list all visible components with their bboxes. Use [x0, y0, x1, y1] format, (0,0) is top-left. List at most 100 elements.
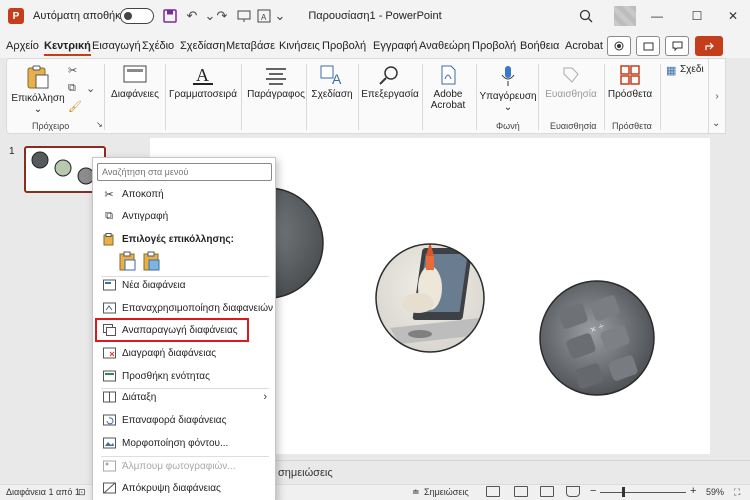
title-bar: P Αυτόματη αποθήκευση ↶ ⌄ ↷ A ⌄ Παρουσία… — [0, 0, 750, 32]
comments-button[interactable] — [665, 36, 689, 56]
tab-review[interactable]: Αναθεώρη — [419, 40, 470, 52]
editing-label: Επεξεργασία — [361, 89, 419, 100]
paste-use-destination-theme-button[interactable] — [119, 250, 141, 272]
zoom-in-button[interactable]: + — [690, 485, 696, 497]
slideshow-view-icon[interactable] — [566, 486, 580, 497]
menu-item-label: Μορφοποίηση φόντου... — [122, 437, 229, 449]
fit-to-window-icon[interactable]: ⛶ — [734, 487, 740, 498]
reading-view-icon[interactable] — [540, 486, 554, 497]
menu-item-label: Επιλογές επικόλλησης: — [122, 233, 234, 245]
save-icon[interactable] — [160, 0, 180, 32]
search-icon[interactable] — [574, 0, 598, 32]
add-section-icon — [102, 369, 116, 383]
menu-item-label: Διάταξη — [122, 391, 157, 403]
menu-item-label: Απόκρυψη διαφάνειας — [122, 482, 221, 494]
acrobat-icon — [441, 65, 456, 85]
notes-prompt[interactable]: σημειώσεις — [278, 467, 333, 479]
drawing-label: Σχεδίαση — [311, 89, 353, 100]
designer-label[interactable]: Σχεδι — [680, 64, 704, 75]
spellcheck-icon[interactable]: ⊡ — [78, 487, 86, 498]
record-button[interactable] — [607, 36, 631, 56]
copy-dropdown-icon[interactable]: ⌄ — [86, 82, 95, 95]
paste-dropdown-icon: ⌄ — [33, 104, 43, 115]
addins-button[interactable]: Πρόσθετα — [606, 64, 654, 100]
menu-item-cut[interactable]: ✂ Αποκοπή — [93, 183, 275, 205]
group-separator — [358, 64, 359, 130]
duplicate-slide-icon — [102, 323, 116, 337]
scissors-icon: ✂ — [104, 188, 114, 201]
tab-insert[interactable]: Εισαγωγή — [92, 40, 141, 52]
present-from-beginning-icon[interactable] — [234, 0, 254, 32]
group-separator — [104, 64, 105, 130]
group-separator — [422, 64, 423, 130]
format-painter-icon[interactable]: 🖌 — [68, 100, 82, 113]
dictate-button[interactable]: Υπαγόρευση ⌄ — [478, 64, 538, 113]
scissors-icon[interactable]: ✂ — [68, 64, 77, 77]
calculator-image: × ÷ — [539, 280, 655, 396]
menu-search-input[interactable] — [97, 163, 272, 181]
present-teams-button[interactable] — [636, 36, 660, 56]
adobe-acrobat-button[interactable]: Adobe Acrobat — [424, 64, 472, 111]
close-icon[interactable]: ✕ — [716, 0, 750, 32]
menu-item-format-background[interactable]: Μορφοποίηση φόντου... — [93, 432, 275, 454]
font-button[interactable]: A Γραμματοσειρά — [168, 64, 238, 100]
group-label-addins: Πρόσθετα — [612, 121, 652, 131]
redo-icon[interactable]: ↷ — [212, 0, 232, 32]
undo-icon[interactable]: ↶ — [182, 0, 202, 32]
tab-slideshow[interactable]: Προβολή — [322, 40, 366, 52]
menu-item-new-slide[interactable]: Νέα διαφάνεια — [93, 274, 275, 296]
group-separator — [241, 64, 242, 130]
maximize-icon[interactable]: ☐ — [680, 0, 714, 32]
new-slide-icon — [102, 278, 116, 292]
tab-view[interactable]: Προβολή — [472, 40, 516, 52]
menu-item-add-section[interactable]: Προσθήκη ενότητας — [93, 365, 275, 387]
tab-home[interactable]: Κεντρική — [44, 40, 91, 56]
copy-icon: ⧉ — [105, 209, 113, 222]
menu-item-duplicate-slide[interactable]: Αναπαραγωγή διαφάνειας — [95, 318, 249, 342]
menu-item-copy[interactable]: ⧉ Αντιγραφή — [93, 205, 275, 227]
paste-label: Επικόλληση — [11, 93, 65, 104]
zoom-out-button[interactable]: − — [590, 485, 596, 497]
shapes-icon: A — [320, 65, 342, 86]
tab-design[interactable]: Σχεδίαση — [180, 40, 225, 52]
format-background-icon — [102, 436, 116, 450]
paragraph-button[interactable]: Παράγραφος — [244, 64, 308, 100]
menu-item-reset-slide[interactable]: Επαναφορά διαφάνειας — [93, 409, 275, 431]
tab-animations[interactable]: Κινήσεις — [279, 40, 320, 52]
designer-icon[interactable]: ▦ — [666, 64, 676, 77]
slides-button[interactable]: Διαφάνειες — [108, 64, 162, 100]
tab-draw[interactable]: Σχέδιο — [142, 40, 174, 52]
paste-as-picture-button[interactable] — [143, 250, 165, 272]
paste-button[interactable]: Επικόλληση ⌄ — [11, 64, 65, 115]
clipboard-launcher-icon[interactable]: ↘ — [96, 120, 103, 129]
paste-icon — [27, 65, 49, 89]
menu-item-label: Διαγραφή διαφάνειας — [122, 347, 217, 359]
autosave-toggle[interactable] — [120, 8, 154, 24]
tab-file[interactable]: Αρχείο — [6, 40, 39, 52]
normal-view-icon[interactable] — [486, 486, 500, 497]
editing-button[interactable]: Επεξεργασία — [360, 64, 420, 100]
copy-icon[interactable]: ⧉ — [68, 82, 76, 95]
zoom-level[interactable]: 59% — [706, 487, 724, 497]
minimize-icon[interactable]: — — [640, 0, 674, 32]
avatar[interactable] — [614, 6, 636, 26]
tab-help[interactable]: Βοήθεια — [520, 40, 559, 52]
menu-item-layout[interactable]: Διάταξη › — [93, 386, 275, 408]
menu-item-reuse-slides[interactable]: Επαναχρησιμοποίηση διαφανειών — [93, 297, 275, 319]
notes-button[interactable]: Σημειώσεις — [424, 487, 469, 497]
zoom-slider-thumb[interactable] — [622, 487, 626, 497]
notes-toggle-icon[interactable]: ≐ — [412, 487, 420, 498]
zoom-slider[interactable] — [600, 492, 686, 493]
tab-record[interactable]: Εγγραφή — [373, 40, 417, 52]
menu-item-delete-slide[interactable]: Διαγραφή διαφάνειας — [93, 342, 275, 364]
tab-acrobat[interactable]: Acrobat — [565, 40, 603, 52]
share-button[interactable] — [695, 36, 723, 56]
group-label-clipboard: Πρόχειρο — [32, 121, 70, 131]
collapse-ribbon-icon[interactable]: ⌄ — [712, 118, 720, 129]
slide-sorter-view-icon[interactable] — [514, 486, 528, 497]
drawing-button[interactable]: A Σχεδίαση — [308, 64, 356, 100]
menu-item-label: Αντιγραφή — [122, 210, 169, 222]
laptop-rocket-image — [375, 243, 485, 353]
tab-transitions[interactable]: Μεταβάσε — [226, 40, 275, 52]
menu-item-hide-slide[interactable]: Απόκρυψη διαφάνειας — [93, 477, 275, 499]
